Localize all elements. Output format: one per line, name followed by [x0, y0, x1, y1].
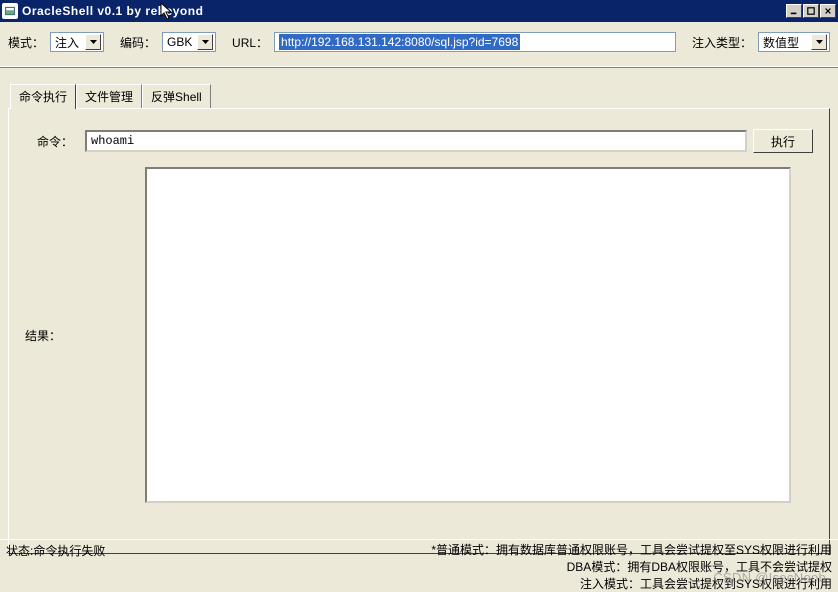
url-label: URL： [232, 34, 268, 51]
mode-value: 注入 [55, 34, 83, 51]
minimize-button[interactable] [786, 4, 802, 18]
inject-type-value: 数值型 [763, 34, 809, 51]
command-input[interactable]: whoami [85, 130, 747, 152]
inject-type-dropdown[interactable]: 数值型 [758, 32, 830, 52]
window-titlebar: OracleShell v0.1 by rebeyond [0, 0, 838, 22]
hint-line: DBA模式：拥有DBA权限账号，工具不会尝试提权 [431, 559, 832, 576]
execute-button[interactable]: 执行 [753, 129, 813, 153]
mode-dropdown[interactable]: 注入 [50, 32, 104, 52]
chevron-down-icon [85, 34, 101, 50]
mode-label: 模式： [8, 34, 44, 51]
main-content: 命令执行 文件管理 反弹Shell 命令： whoami 执行 结果： [0, 68, 838, 558]
result-label: 结果： [25, 167, 125, 503]
hint-line: 注入模式：工具会尝试提权到SYS权限进行利用 [431, 576, 832, 592]
tab-reverse-shell[interactable]: 反弹Shell [142, 84, 211, 108]
status-hints: *普通模式：拥有数据库普通权限账号，工具会尝试提权至SYS权限进行利用 DBA模… [431, 542, 832, 589]
toolbar: 模式： 注入 编码： GBK URL： http://192.168.131.1… [0, 22, 838, 67]
tab-file-manage[interactable]: 文件管理 [76, 84, 142, 108]
tab-cmd-exec[interactable]: 命令执行 [10, 84, 76, 109]
close-button[interactable] [820, 4, 836, 18]
encoding-label: 编码： [120, 34, 156, 51]
hint-line: *普通模式：拥有数据库普通权限账号，工具会尝试提权至SYS权限进行利用 [431, 542, 832, 559]
url-input[interactable]: http://192.168.131.142:8080/sql.jsp?id=7… [274, 32, 676, 52]
chevron-down-icon [197, 34, 213, 50]
tab-bar: 命令执行 文件管理 反弹Shell [10, 82, 830, 108]
status-bar: 状态:命令执行失败 *普通模式：拥有数据库普通权限账号，工具会尝试提权至SYS权… [0, 539, 838, 591]
encoding-value: GBK [167, 35, 195, 49]
command-label: 命令： [25, 133, 79, 150]
url-value: http://192.168.131.142:8080/sql.jsp?id=7… [279, 34, 520, 50]
window-title: OracleShell v0.1 by rebeyond [22, 4, 786, 18]
chevron-down-icon [811, 34, 827, 50]
tab-panel: 命令： whoami 执行 结果： [8, 108, 830, 554]
inject-type-label: 注入类型： [692, 34, 752, 51]
status-text: 状态:命令执行失败 [6, 542, 105, 589]
maximize-button[interactable] [803, 4, 819, 18]
result-textarea[interactable] [145, 167, 791, 503]
command-value: whoami [91, 134, 134, 148]
encoding-dropdown[interactable]: GBK [162, 32, 216, 52]
app-icon [2, 3, 18, 19]
